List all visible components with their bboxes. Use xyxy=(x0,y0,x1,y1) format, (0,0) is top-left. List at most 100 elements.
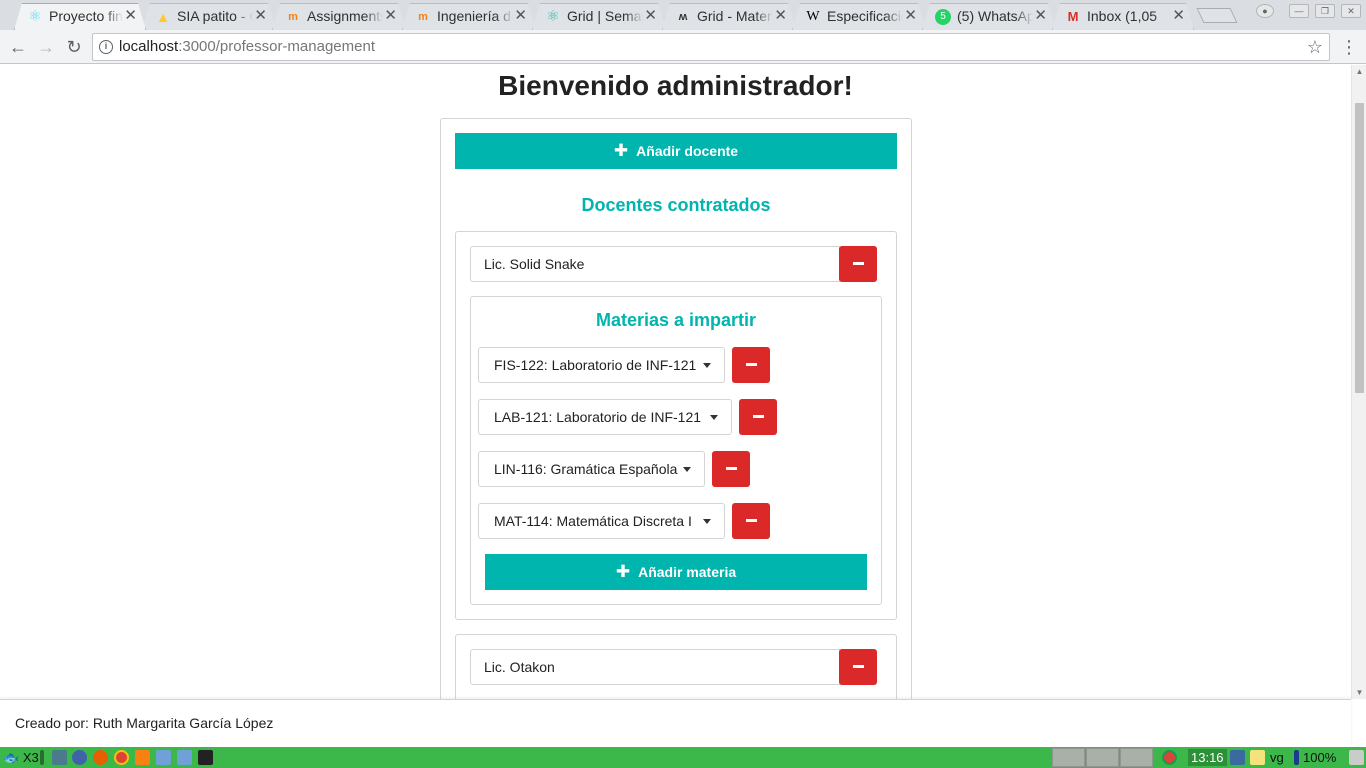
minimize-icon[interactable]: — xyxy=(1289,4,1309,18)
remove-professor-button[interactable] xyxy=(839,649,877,685)
app-launcher-icon[interactable] xyxy=(52,750,67,765)
info-icon[interactable]: i xyxy=(99,40,113,54)
restore-icon[interactable]: ❐ xyxy=(1315,4,1335,18)
tab-grid-material[interactable]: ʍ Grid - Material UI ✕ xyxy=(662,3,796,30)
folder-icon[interactable] xyxy=(156,750,171,765)
workspace-1[interactable] xyxy=(1052,748,1085,767)
firefox-icon[interactable] xyxy=(93,750,108,765)
wikipedia-icon: W xyxy=(806,9,820,24)
os-taskbar: 🐟 X3 13:16 vg 100% xyxy=(0,747,1366,768)
tab-assignments[interactable]: m Assignments ✕ xyxy=(272,3,406,30)
settings-icon[interactable] xyxy=(72,750,87,765)
tab-title: Assignments xyxy=(307,4,383,28)
moodle-icon: m xyxy=(288,11,298,23)
professors-heading: Docentes contratados xyxy=(581,195,771,215)
address-bar[interactable]: i localhost:3000/professor-management ☆ xyxy=(92,33,1330,61)
professor-name-input[interactable]: Lic. Solid Snake xyxy=(470,246,840,282)
tab-title: Proyecto final xyxy=(49,4,123,28)
terminal-icon[interactable] xyxy=(198,750,213,765)
minus-icon xyxy=(746,519,757,522)
back-icon[interactable]: ← xyxy=(6,35,30,59)
workspace-3[interactable] xyxy=(1120,748,1153,767)
tab-especificacion[interactable]: W Especificación ✕ xyxy=(792,3,926,30)
tab-sia-patito[interactable]: ▲ SIA patito - Overview ✕ xyxy=(142,3,276,30)
chevron-down-icon xyxy=(683,467,691,472)
admin-card: ✚ Añadir docente Docentes contratados Lic… xyxy=(440,118,912,699)
profile-icon[interactable]: ● xyxy=(1256,4,1274,18)
tab-title: Especificación xyxy=(827,4,903,28)
show-desktop-icon[interactable] xyxy=(1349,750,1364,765)
separator-icon xyxy=(40,750,44,765)
subjects-heading: Materias a impartir xyxy=(595,310,757,330)
close-tab-icon[interactable]: ✕ xyxy=(904,4,917,28)
close-tab-icon[interactable]: ✕ xyxy=(1034,4,1047,28)
close-tab-icon[interactable]: ✕ xyxy=(1172,4,1185,28)
page-title: Bienvenido administrador! xyxy=(498,70,853,101)
reload-icon[interactable]: ↻ xyxy=(62,35,86,59)
gmail-icon: M xyxy=(1067,9,1079,24)
tab-ingenieria[interactable]: m Ingeniería de Software ✕ xyxy=(402,3,536,30)
minus-icon xyxy=(746,363,757,366)
start-menu[interactable]: 🐟 X3 xyxy=(3,749,39,766)
notes-icon[interactable] xyxy=(1250,750,1265,765)
subject-dropdown[interactable]: LAB-121: Laboratorio de INF-121 xyxy=(478,399,732,435)
tab-title: Grid | Semantic UI xyxy=(567,4,643,28)
professor-card: Lic. Otakon xyxy=(455,634,897,699)
subject-dropdown[interactable]: LIN-116: Gramática Española xyxy=(478,451,705,487)
battery-icon xyxy=(1294,750,1299,765)
react-icon: ⚛ xyxy=(28,8,42,25)
whatsapp-icon: 5 xyxy=(935,9,951,25)
moodle-icon[interactable] xyxy=(135,750,150,765)
subjects-panel: Materias a impartir FIS-122: Laboratorio… xyxy=(470,296,882,605)
minus-icon xyxy=(853,665,864,668)
tab-title: Grid - Material UI xyxy=(697,4,773,28)
tab-grid-semantic[interactable]: ⚛ Grid | Semantic UI ✕ xyxy=(532,3,666,30)
plus-icon: ✚ xyxy=(613,141,629,160)
scroll-down-icon[interactable]: ▼ xyxy=(1355,688,1364,697)
remove-subject-button[interactable] xyxy=(732,503,770,539)
tab-inbox[interactable]: M Inbox (1,05 ✕ xyxy=(1052,3,1194,30)
add-professor-button[interactable]: ✚ Añadir docente xyxy=(455,133,897,169)
professor-name-input[interactable]: Lic. Otakon xyxy=(470,649,840,685)
close-tab-icon[interactable]: ✕ xyxy=(124,4,137,28)
subject-dropdown[interactable]: FIS-122: Laboratorio de INF-121 xyxy=(478,347,725,383)
minus-icon xyxy=(853,262,864,265)
remove-subject-button[interactable] xyxy=(712,451,750,487)
subject-dropdown[interactable]: MAT-114: Matemática Discreta I xyxy=(478,503,725,539)
workspace-2[interactable] xyxy=(1086,748,1119,767)
tab-whatsapp[interactable]: 5 (5) WhatsApp ✕ xyxy=(922,3,1056,30)
add-subject-button[interactable]: ✚ Añadir materia xyxy=(485,554,867,590)
tab-title: Inbox (1,05 xyxy=(1087,4,1171,28)
close-tab-icon[interactable]: ✕ xyxy=(254,4,267,28)
scrollbar-thumb[interactable] xyxy=(1355,103,1364,393)
remove-subject-button[interactable] xyxy=(739,399,777,435)
close-tab-icon[interactable]: ✕ xyxy=(514,4,527,28)
close-tab-icon[interactable]: ✕ xyxy=(384,4,397,28)
forward-icon[interactable]: → xyxy=(34,35,58,59)
keyboard-layout[interactable]: vg xyxy=(1270,749,1284,766)
firebase-icon: ▲ xyxy=(156,9,170,25)
close-tab-icon[interactable]: ✕ xyxy=(644,4,657,28)
menu-icon[interactable]: ⋮ xyxy=(1340,35,1358,59)
folder-icon[interactable] xyxy=(177,750,192,765)
close-window-icon[interactable]: ✕ xyxy=(1341,4,1361,18)
minus-icon xyxy=(753,415,764,418)
page-scrollbar[interactable]: ▲ ▼ xyxy=(1351,65,1366,699)
tab-strip: ⚛ Proyecto final ✕ ▲ SIA patito - Overvi… xyxy=(0,0,1366,30)
tab-proyecto-final[interactable]: ⚛ Proyecto final ✕ xyxy=(14,3,146,30)
scroll-up-icon[interactable]: ▲ xyxy=(1355,67,1364,76)
close-tab-icon[interactable]: ✕ xyxy=(774,4,787,28)
remove-professor-button[interactable] xyxy=(839,246,877,282)
bookmark-star-icon[interactable]: ☆ xyxy=(1307,34,1323,60)
chevron-down-icon xyxy=(703,363,711,368)
tab-title: SIA patito - Overview xyxy=(177,4,253,28)
network-icon[interactable] xyxy=(1230,750,1245,765)
chrome-window-icon[interactable] xyxy=(1162,750,1177,765)
browser-toolbar: ← → ↻ i localhost:3000/professor-managem… xyxy=(0,30,1366,64)
new-tab-button[interactable] xyxy=(1196,8,1238,23)
plus-icon: ✚ xyxy=(615,562,631,581)
moodle-icon: m xyxy=(418,11,428,23)
react-icon: ⚛ xyxy=(546,8,560,25)
remove-subject-button[interactable] xyxy=(732,347,770,383)
chrome-icon[interactable] xyxy=(114,750,129,765)
